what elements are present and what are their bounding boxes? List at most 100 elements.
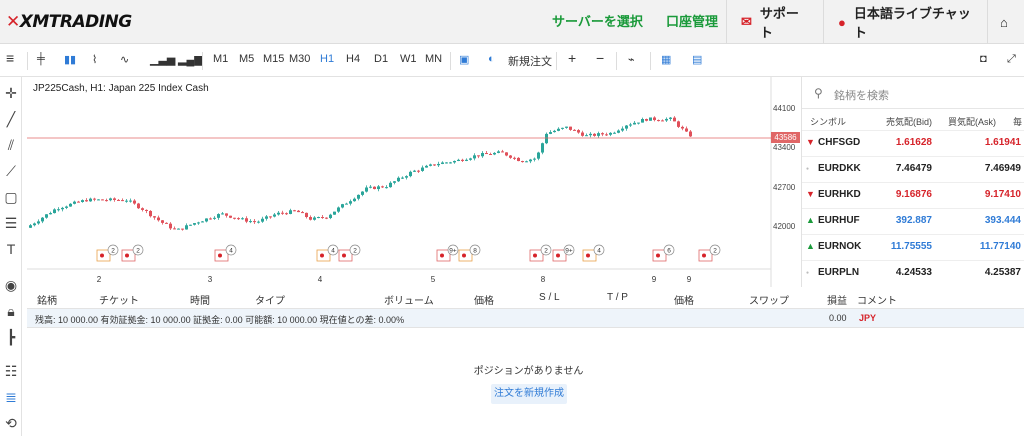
timeframe-w1[interactable]: W1 [400,53,417,65]
bar-chart-icon[interactable]: ╪ [37,53,45,65]
watchlist-bid: 11.75555 [890,241,932,252]
volume-icon[interactable]: ▁▃▅ [150,53,175,66]
list-icon[interactable]: ≣ [3,389,19,406]
crosshair-icon[interactable]: ✛ [3,85,19,102]
positions-column-header[interactable]: コメント [857,292,897,307]
home-button[interactable]: ⌂ [987,0,1024,44]
candle [189,224,192,226]
trade-marker[interactable]: 9+ [436,244,459,262]
candle [193,223,196,225]
timeframe-m15[interactable]: M15 [263,53,284,65]
candle [245,218,248,222]
account-management-link[interactable]: 口座管理 [666,11,718,30]
trade-marker[interactable]: 6 [652,244,675,262]
trade-marker[interactable]: 2 [338,244,361,262]
channel-icon[interactable]: ⫽ [3,137,19,154]
zoom-in-button[interactable]: + [568,50,576,66]
live-chat-button[interactable]: ● 日本語ライブチャット [823,0,987,44]
trade-marker[interactable]: 2 [529,244,552,262]
positions-column-header[interactable]: 銘柄 [37,292,57,307]
support-button[interactable]: ✉ サポート [726,0,823,44]
new-order-icon[interactable]: ◐ [488,53,495,65]
positions-column-header[interactable]: T / P [607,292,628,303]
candle [661,120,664,122]
layers-icon[interactable]: ☷ [3,363,19,380]
positions-column-header[interactable]: チケット [99,292,139,307]
history-icon[interactable]: ⟲ [3,415,19,432]
indicators-icon[interactable]: ⌁ [628,53,635,66]
positions-column-header[interactable]: S / L [539,292,560,303]
trendline-icon[interactable]: ╱ [3,111,19,128]
eye-icon[interactable]: ◉ [3,277,19,294]
news-icon[interactable]: ▤ [692,53,702,66]
watchlist-row[interactable]: ▼ CHFSGD 1.61628 1.61941 [802,130,1024,154]
watchlist-row[interactable]: ▲ EURNOK 11.75555 11.77140 [802,234,1024,258]
server-select-link[interactable]: サーバーを選択 [552,11,643,30]
chat-icon: ● [838,14,846,30]
positions-column-header[interactable]: 時間 [190,292,210,307]
candle [461,159,464,161]
symbol-search[interactable]: ⚲ 銘柄を検索 [802,77,1024,109]
positions-column-header[interactable]: ボリューム [384,292,434,307]
positions-column-header[interactable]: タイプ [255,292,285,307]
tree-icon[interactable]: ┣ [3,329,19,346]
logo[interactable]: ✕XMTRADING [6,12,132,32]
watchlist-row[interactable]: ● EURPLN 4.24533 4.25387 [802,260,1024,284]
zoom-out-button[interactable]: − [596,50,604,66]
fibonacci-icon[interactable]: ☰ [3,215,19,232]
candle [37,221,40,224]
trade-marker[interactable]: 4 [582,244,605,262]
candle [485,153,488,155]
candle [29,225,32,228]
watchlist-row[interactable]: ▼ EURHKD 9.16876 9.17410 [802,182,1024,206]
watchlist-row[interactable]: ▲ EURHUF 392.887 393.444 [802,208,1024,232]
date-tick: 3 [208,275,213,284]
text-icon[interactable]: T [3,241,19,257]
candle [281,212,284,214]
positions-column-header[interactable]: スワップ [749,292,789,307]
tick-volume-icon[interactable]: ▂▄▆ [178,53,203,66]
timeframe-d1[interactable]: D1 [374,53,388,65]
chart-settings-icon[interactable]: ▣ [459,53,469,66]
menu-icon[interactable]: ≡ [6,50,14,66]
trade-marker[interactable]: 4 [214,244,237,262]
candle [569,126,572,130]
candle [649,117,652,121]
area-chart-icon[interactable]: ∿ [120,53,129,66]
trade-marker[interactable]: 9+ [552,244,575,262]
timeframe-h1[interactable]: H1 [320,53,334,65]
candle [385,187,388,189]
positions-column-header[interactable]: 損益 [827,292,847,307]
candle [249,221,252,223]
trade-marker[interactable]: 2 [96,244,119,262]
watchlist-row[interactable]: ● EURDKK 7.46479 7.46949 [802,156,1024,180]
timeframe-h4[interactable]: H4 [346,53,360,65]
timeframe-m30[interactable]: M30 [289,53,310,65]
timeframe-m5[interactable]: M5 [239,53,254,65]
timeframe-mn[interactable]: MN [425,53,442,65]
candle [497,151,500,153]
chart-canvas[interactable]: 2 2 4 4 2 9+ 8 2 9+ 4 6 2 2 3 4 5 8 9 9 [27,77,800,287]
polyline-icon[interactable]: ⟋ [3,163,19,180]
trade-marker[interactable]: 2 [121,244,144,262]
fullscreen-icon[interactable]: ⤢ [1007,53,1016,66]
new-order-button[interactable]: 新規注文 [508,53,552,69]
trade-marker[interactable]: 4 [316,244,339,262]
timeframe-m1[interactable]: M1 [213,53,228,65]
trade-marker[interactable]: 2 [698,244,721,262]
screenshot-icon[interactable]: ◘ [980,53,987,65]
price-chart[interactable]: 2 2 4 4 2 9+ 8 2 9+ 4 6 2 2 3 4 5 8 9 9 JP225Cash, H1: Ja… [27,77,800,287]
lock-icon[interactable]: 🔒︎ [3,303,19,320]
calendar-icon[interactable]: ▦ [661,53,671,66]
line-chart-icon[interactable]: ⌇ [92,53,97,66]
create-order-button[interactable]: 注文を新規作成 [491,384,567,404]
positions-column-header[interactable]: 価格 [674,292,694,307]
rectangle-icon[interactable]: ▢ [3,189,19,206]
candle [309,217,312,220]
positions-column-header[interactable]: 価格 [474,292,494,307]
trade-marker[interactable]: 8 [458,244,481,262]
candle [585,135,588,137]
candle [257,221,260,223]
candlestick-icon[interactable]: ▮▮ [64,53,76,66]
candle [525,161,528,163]
